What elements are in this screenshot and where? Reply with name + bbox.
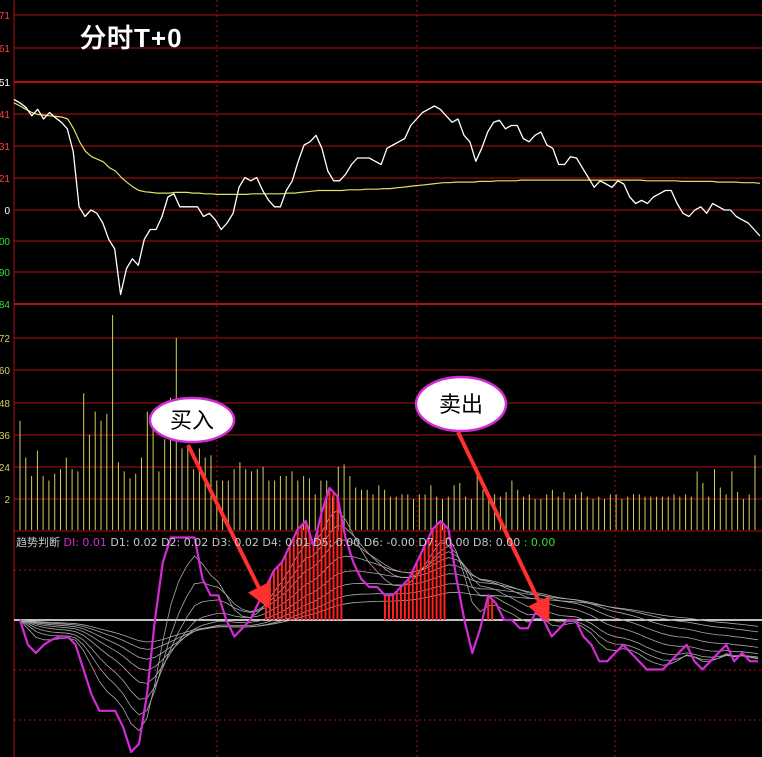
volume-tick-label: 72: [0, 334, 10, 345]
volume-tick-label: 48: [0, 399, 10, 410]
sell-label: 卖出: [439, 393, 483, 418]
legend-item: D6: -0.00: [363, 536, 419, 549]
price-tick-label: 90: [0, 268, 10, 279]
legend-item: D1: 0.02: [110, 536, 162, 549]
price-tick-label: 21: [0, 174, 10, 185]
volume-tick-label: 36: [0, 431, 10, 442]
legend-item: D4: 0.01: [262, 536, 314, 549]
price-tick-label: 0: [4, 206, 10, 217]
price-tick-label: 71: [0, 11, 10, 22]
legend-item: D5: 0.00: [313, 536, 364, 549]
legend-item: : 0.00: [523, 536, 556, 549]
price-tick-label: 00: [0, 237, 10, 248]
volume-tick-label: 2: [4, 495, 10, 506]
legend-item: DI: 0.01: [63, 536, 111, 549]
volume-tick-label: 24: [0, 463, 10, 474]
chart-stage: 71 61 51 41 31 21 0 00 90 84 72 60 48 36 24 2 买入 卖出 分时T+…: [0, 0, 762, 757]
price-tick-label: 51: [0, 78, 10, 89]
price-tick-label: 61: [0, 44, 10, 55]
indicator-legend: 趋势判断 DI: 0.01 D1: 0.02 D2: 0.02 D3: 0.02…: [16, 534, 555, 550]
volume-tick-label: 60: [0, 366, 10, 377]
legend-item: D8: 0.00: [473, 536, 524, 549]
chart-title: 分时T+0: [80, 23, 183, 53]
legend-item: D3: 0.02: [211, 536, 263, 549]
price-tick-label: 84: [0, 300, 10, 311]
legend-item: D2: 0.02: [161, 536, 212, 549]
legend-item: D7: -0.00: [418, 536, 474, 549]
price-tick-label: 41: [0, 110, 10, 121]
indicator-name: 趋势判断: [16, 536, 60, 549]
price-line: [13, 98, 761, 296]
buy-label: 买入: [170, 409, 214, 434]
chart-canvas: 716151413121000908472604836242 买入卖出: [0, 0, 762, 757]
price-tick-label: 31: [0, 142, 10, 153]
